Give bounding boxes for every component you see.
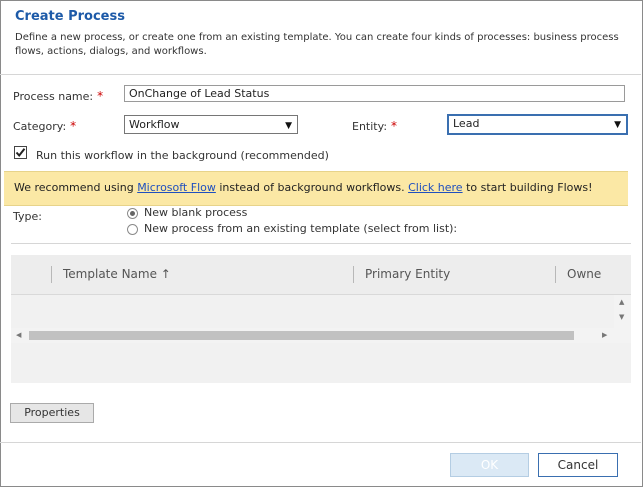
- required-marker: *: [70, 119, 77, 133]
- banner-text: We recommend using Microsoft Flow instea…: [14, 181, 593, 194]
- template-grid: Template Name ↑ Primary Entity Owne ▲ ▼ …: [11, 255, 631, 383]
- checkmark-icon: [15, 148, 26, 158]
- type-divider: [11, 243, 631, 244]
- ok-button[interactable]: OK: [450, 453, 529, 477]
- process-name-input[interactable]: [124, 85, 625, 102]
- horizontal-scrollbar[interactable]: ◀ ▶: [11, 328, 614, 343]
- category-select-value: Workflow: [129, 118, 180, 131]
- recommendation-banner: We recommend using Microsoft Flow instea…: [4, 171, 628, 206]
- radio-new-blank-process[interactable]: [127, 208, 138, 219]
- scroll-right-icon[interactable]: ▶: [602, 331, 607, 339]
- header-divider: [0, 74, 641, 75]
- microsoft-flow-link[interactable]: Microsoft Flow: [137, 181, 216, 194]
- scroll-left-icon[interactable]: ◀: [16, 331, 21, 339]
- required-marker: *: [97, 89, 104, 103]
- radio-new-blank-process-label: New blank process: [144, 206, 248, 219]
- background-checkbox-label: Run this workflow in the background (rec…: [36, 149, 329, 162]
- column-separator: [51, 266, 52, 283]
- properties-button[interactable]: Properties: [10, 403, 94, 423]
- dialog-description: Define a new process, or create one from…: [15, 32, 619, 57]
- required-marker: *: [391, 119, 398, 133]
- scroll-down-icon[interactable]: ▼: [619, 313, 624, 321]
- footer-divider: [0, 442, 641, 443]
- vertical-scrollbar[interactable]: ▲ ▼: [614, 295, 631, 343]
- radio-from-template-label: New process from an existing template (s…: [144, 222, 458, 235]
- radio-from-template[interactable]: [127, 224, 138, 235]
- column-template-name[interactable]: Template Name ↑: [63, 267, 171, 281]
- column-primary-entity[interactable]: Primary Entity: [365, 267, 450, 281]
- dialog-title: Create Process: [15, 9, 125, 24]
- caret-down-icon: ▼: [614, 120, 621, 130]
- scroll-up-icon[interactable]: ▲: [619, 298, 624, 306]
- background-checkbox[interactable]: [14, 146, 27, 159]
- category-label: Category: *: [13, 119, 77, 133]
- entity-select[interactable]: Lead ▼: [447, 114, 628, 135]
- column-separator: [555, 266, 556, 283]
- column-separator: [353, 266, 354, 283]
- category-select[interactable]: Workflow ▼: [124, 115, 298, 134]
- entity-select-value: Lead: [453, 117, 480, 130]
- click-here-link[interactable]: Click here: [408, 181, 463, 194]
- grid-header: Template Name ↑ Primary Entity Owne: [11, 255, 631, 295]
- caret-down-icon: ▼: [285, 121, 292, 131]
- horizontal-scroll-thumb[interactable]: [29, 331, 574, 340]
- entity-label: Entity: *: [352, 119, 398, 133]
- process-name-label: Process name: *: [13, 89, 104, 103]
- cancel-button[interactable]: Cancel: [538, 453, 618, 477]
- column-owner[interactable]: Owne: [567, 267, 601, 281]
- type-label: Type:: [13, 210, 42, 223]
- grid-empty-area: [11, 344, 631, 383]
